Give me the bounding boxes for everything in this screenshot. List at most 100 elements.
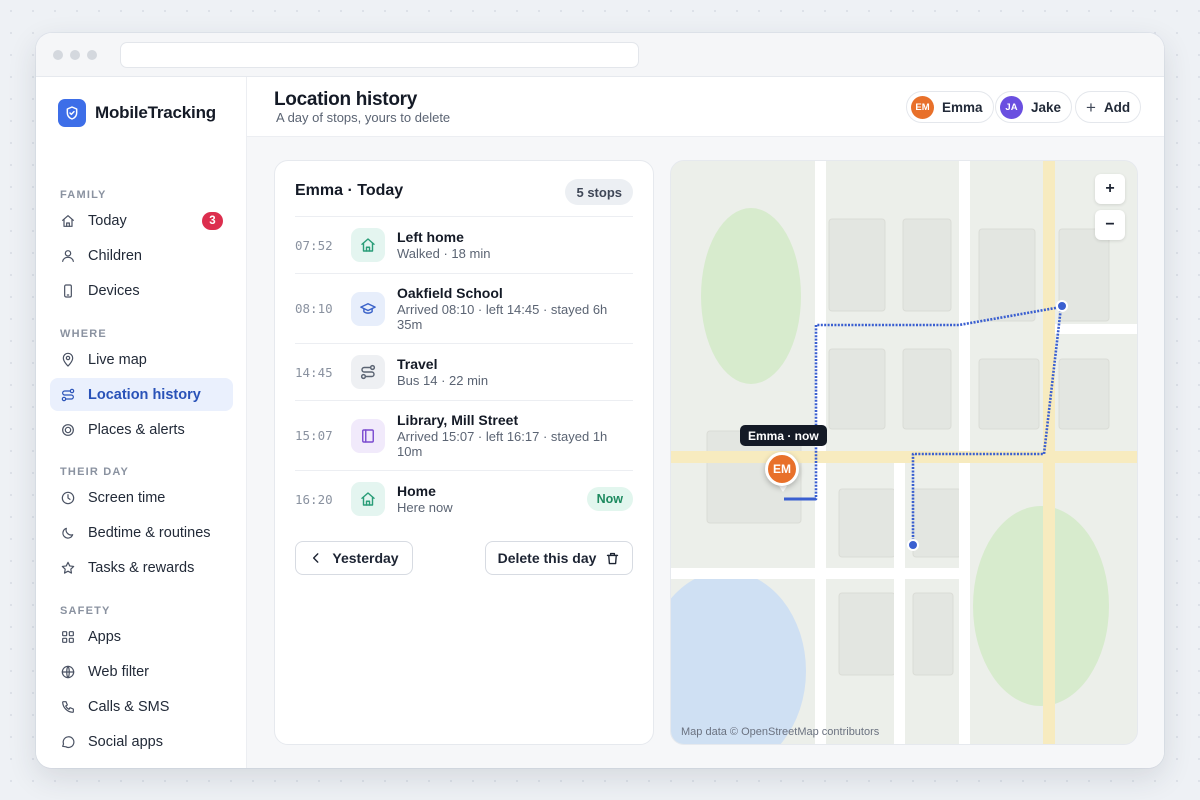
window-maximize-dot[interactable] [87, 50, 97, 60]
entry-time: 15:07 [295, 428, 333, 443]
sidebar-item-devices[interactable]: Devices [50, 274, 233, 307]
entry-description: Arrived 08:10 · left 14:45 · stayed 6h 3… [397, 302, 608, 332]
status-badge: Now [586, 487, 633, 511]
sidebar-item-tasks-rewards[interactable]: Tasks & rewards [50, 551, 233, 584]
sidebar: MobileTracking FAMILY Today 3 Children Devic… [36, 77, 247, 768]
timeline-entry[interactable]: 08:10 Oakfield School Arrived 08:10 · left… [295, 273, 633, 343]
profile-pill-jake[interactable]: JA Jake [995, 91, 1073, 123]
stop-marker [1056, 300, 1068, 312]
avatar: JA [1000, 95, 1023, 119]
yesterday-label: Yesterday [332, 550, 399, 566]
sidebar-item-live-map[interactable]: Live map [50, 343, 233, 376]
phone-call-icon [60, 699, 76, 715]
add-profile-button[interactable]: + Add [1075, 91, 1142, 123]
entry-time: 07:52 [295, 237, 333, 253]
home-icon [60, 213, 76, 229]
sidebar-item-label: Bedtime & routines [88, 524, 211, 541]
entry-time: 16:20 [295, 491, 333, 507]
entry-text: Left home Walked · 18 min [397, 229, 633, 261]
timeline-entry[interactable]: 15:07 Library, Mill Street Arrived 15:07 ·… [295, 400, 633, 470]
entry-description: Bus 14 · 22 min [397, 373, 489, 388]
sidebar-item-label: Tasks & rewards [88, 559, 195, 576]
timeline-entry[interactable]: 07:52 Left home Walked · 18 min [295, 216, 633, 273]
profile-pill-emma[interactable]: EM Emma [906, 91, 994, 123]
globe-icon [60, 664, 76, 680]
entry-title: Library, Mill Street [397, 412, 519, 428]
sidebar-item-label: Live map [88, 351, 147, 368]
page-title: Location history [274, 89, 417, 110]
sidebar-item-screen-time[interactable]: Screen time [50, 481, 233, 514]
sidebar-item-label: Calls & SMS [88, 698, 170, 715]
sidebar-item-label: Location history [88, 386, 201, 403]
grid-icon [60, 629, 76, 645]
plus-icon: + [1086, 97, 1096, 117]
phone-icon [60, 283, 76, 299]
timeline-entry[interactable]: 14:45 Travel Bus 14 · 22 min [295, 343, 633, 400]
trash-icon [607, 552, 619, 564]
sidebar-item-alerts[interactable]: Alerts2 [50, 760, 233, 768]
app-window: MobileTracking FAMILY Today 3 Children Devic… [36, 33, 1164, 768]
entry-description: Here now [397, 500, 453, 515]
sidebar-item-label: Social apps [88, 733, 163, 750]
stop-marker [907, 539, 919, 551]
delete-day-button[interactable]: Delete this day [485, 541, 633, 575]
timeline-list: 07:52 Left home Walked · 18 min 08:10 Oakfie… [295, 216, 633, 527]
map-pin-icon [60, 352, 76, 368]
park-area [701, 208, 801, 384]
sidebar-item-children[interactable]: Children [50, 239, 233, 272]
map-view[interactable]: Emma · now EM + − Map data © OpenStreetM… [670, 160, 1138, 745]
count-badge: 3 [202, 211, 223, 230]
chevron-left-icon [313, 553, 319, 563]
sidebar-item-location-history[interactable]: Location history [50, 378, 233, 411]
chat-icon [60, 734, 76, 750]
sidebar-item-bedtime-routines[interactable]: Bedtime & routines [50, 516, 233, 549]
brand[interactable]: MobileTracking [58, 99, 216, 127]
sidebar-item-calls-sms[interactable]: Calls & SMS [50, 690, 233, 723]
sidebar-item-apps[interactable]: Apps [50, 620, 233, 653]
entry-description: Walked · 18 min [397, 246, 491, 261]
page-subtitle: A day of stops, yours to delete [276, 110, 451, 125]
shield-logo-icon [58, 99, 86, 127]
target-icon [60, 422, 76, 438]
profile-name: Jake [1031, 99, 1062, 115]
window-minimize-dot[interactable] [70, 50, 80, 60]
child-location-marker[interactable]: EM [765, 452, 799, 486]
sidebar-item-label: Web filter [88, 663, 149, 680]
window-close-dot[interactable] [53, 50, 63, 60]
sidebar-item-web-filter[interactable]: Web filter [50, 655, 233, 688]
main-content: Emma · Today 5 stops 07:52 Left home Walke… [247, 137, 1164, 768]
map-canvas [671, 161, 1137, 744]
profile-name: Emma [942, 99, 983, 115]
home-icon [351, 482, 385, 516]
entry-time: 14:45 [295, 364, 333, 380]
route-icon [60, 387, 76, 403]
timeline-entry[interactable]: 16:20 Home Here now Now [295, 470, 633, 527]
park-area [973, 506, 1109, 706]
brand-name: MobileTracking [95, 103, 216, 122]
yesterday-button[interactable]: Yesterday [295, 541, 413, 575]
map-attribution: Map data © OpenStreetMap contributors [681, 726, 880, 738]
avatar: EM [911, 95, 934, 119]
entry-time: 08:10 [295, 301, 333, 316]
sidebar-item-places-alerts[interactable]: Places & alerts [50, 413, 233, 446]
timeline-card: Emma · Today 5 stops 07:52 Left home Walke… [274, 160, 654, 745]
page-header: Location history A day of stops, yours t… [247, 77, 1164, 137]
sidebar-item-label: Devices [88, 282, 140, 299]
sidebar-section-label: WHERE [60, 328, 107, 340]
entry-title: Home [397, 483, 436, 499]
sidebar-item-today[interactable]: Today 3 [50, 204, 233, 237]
delete-label: Delete this day [497, 550, 597, 566]
sidebar-item-label: Apps [88, 628, 122, 645]
entry-title: Left home [397, 229, 464, 245]
entry-text: Oakfield School Arrived 08:10 · left 14:4… [397, 285, 633, 332]
entry-text: Home Here now [397, 483, 587, 515]
zoom-out-button[interactable]: − [1095, 210, 1125, 240]
address-bar[interactable] [120, 42, 639, 68]
sidebar-item-social-apps[interactable]: Social apps [50, 725, 233, 758]
count-badge: 2 [202, 767, 223, 768]
location-tooltip: Emma · now [740, 425, 827, 446]
browser-titlebar [36, 33, 1164, 77]
entry-description: Arrived 15:07 · left 16:17 · stayed 1h 1… [397, 429, 608, 459]
add-label: Add [1103, 99, 1131, 115]
zoom-in-button[interactable]: + [1095, 174, 1125, 204]
